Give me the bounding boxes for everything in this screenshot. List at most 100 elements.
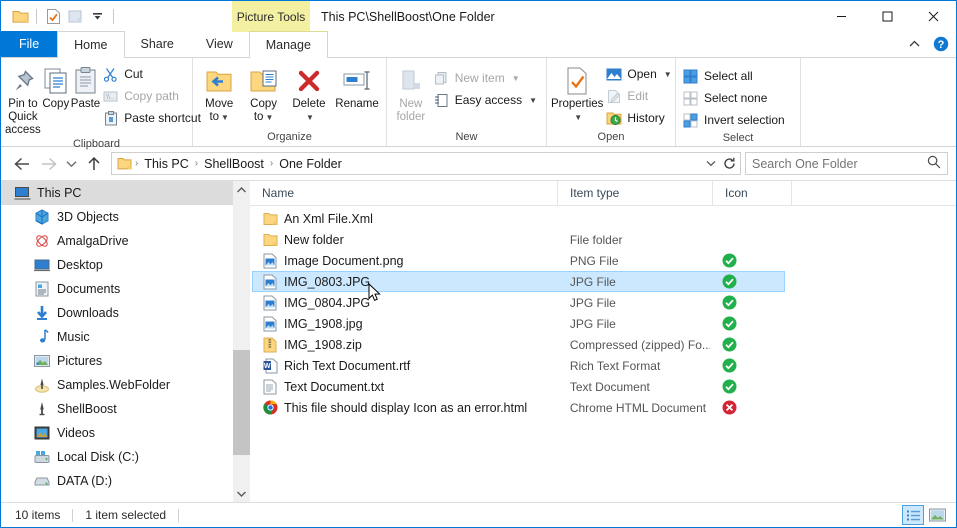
sidebar-label-pictures: Pictures: [57, 354, 103, 368]
cut-button[interactable]: Cut: [100, 63, 206, 85]
history-button[interactable]: History: [603, 107, 676, 129]
cell-status-icon: [710, 274, 784, 289]
search-input[interactable]: [752, 156, 927, 171]
sidebar-item-amalgadrive[interactable]: AmalgaDrive: [1, 229, 233, 253]
collapse-ribbon-icon[interactable]: [904, 34, 924, 54]
table-row[interactable]: IMG_0803.JPG JPG File: [252, 271, 785, 292]
sidebar-item-documents[interactable]: Documents: [1, 277, 233, 301]
table-row[interactable]: W Rich Text Document.rtf Rich Text Forma…: [252, 355, 785, 376]
sidebar-item-this-pc[interactable]: This PC: [1, 181, 233, 205]
easy-access-button[interactable]: Easy access ▼: [431, 89, 542, 111]
sidebar-item-shellboost[interactable]: ShellBoost: [1, 397, 233, 421]
sidebar-item-data-d[interactable]: DATA (D:): [1, 469, 233, 493]
chevron-down-icon[interactable]: [702, 153, 720, 174]
tab-share[interactable]: Share: [125, 31, 190, 57]
sidebar-item-local-disk-c[interactable]: Local Disk (C:): [1, 445, 233, 469]
scroll-down-icon[interactable]: [233, 485, 250, 502]
sidebar-item-3d-objects[interactable]: 3D Objects: [1, 205, 233, 229]
maximize-button[interactable]: [864, 1, 910, 32]
tab-home[interactable]: Home: [57, 31, 125, 58]
table-row[interactable]: An Xml File.Xml: [252, 208, 785, 229]
new-folder-icon[interactable]: [64, 6, 86, 28]
search-icon[interactable]: [927, 155, 941, 172]
column-header-icon[interactable]: Icon: [713, 180, 792, 206]
paste-shortcut-button[interactable]: Paste shortcut: [100, 107, 206, 129]
folder-icon[interactable]: [9, 6, 31, 28]
back-button[interactable]: [9, 151, 35, 177]
cut-label: Cut: [124, 67, 143, 81]
sidebar-item-downloads[interactable]: Downloads: [1, 301, 233, 325]
tab-manage[interactable]: Manage: [248, 31, 328, 58]
sidebar-scroll-track[interactable]: [233, 198, 250, 485]
details-view-button[interactable]: [902, 505, 924, 525]
breadcrumb[interactable]: › This PC › ShellBoost › One Folder: [111, 152, 741, 175]
select-all-button[interactable]: Select all: [680, 65, 790, 87]
refresh-icon[interactable]: [720, 153, 738, 174]
table-row[interactable]: This file should display Icon as an erro…: [252, 397, 785, 418]
paste-label: Paste: [70, 98, 101, 110]
edit-button[interactable]: Edit: [603, 85, 676, 107]
chrome-icon: [262, 400, 278, 416]
customize-dropdown-icon[interactable]: [86, 6, 108, 28]
column-header-item-type[interactable]: Item type: [558, 180, 713, 206]
minimize-button[interactable]: [818, 1, 864, 32]
image-file-icon: [262, 295, 278, 311]
delete-label: Delete: [292, 98, 326, 110]
breadcrumb-item-this-pc[interactable]: This PC: [141, 157, 191, 171]
tab-view[interactable]: View: [190, 31, 249, 57]
breadcrumb-item-one-folder[interactable]: One Folder: [276, 157, 345, 171]
paste-shortcut-label: Paste shortcut: [124, 111, 201, 125]
scroll-up-icon[interactable]: [233, 181, 250, 198]
up-button[interactable]: [81, 151, 107, 177]
table-row[interactable]: Image Document.png PNG File: [252, 250, 785, 271]
new-folder-button[interactable]: New folder: [391, 61, 431, 124]
copy-button[interactable]: Copy: [41, 61, 71, 111]
item-count: 10 items: [15, 508, 61, 522]
recent-locations-button[interactable]: [61, 151, 81, 177]
search-box[interactable]: [745, 152, 948, 175]
copy-path-button[interactable]: \\.. Copy path: [100, 85, 206, 107]
move-to-button[interactable]: Move to ▼: [197, 61, 241, 124]
column-header-blank[interactable]: [792, 181, 935, 206]
copy-label: Copy: [42, 98, 70, 110]
pin-icon: [9, 64, 37, 98]
delete-button[interactable]: Delete ▼: [286, 61, 332, 124]
invert-selection-button[interactable]: Invert selection: [680, 109, 790, 131]
contextual-tab-header: Picture Tools: [232, 1, 310, 32]
open-caret: ▼: [663, 69, 672, 79]
table-row[interactable]: IMG_1908.zip Compressed (zipped) Fo...: [252, 334, 785, 355]
properties-button[interactable]: Properties ▼: [551, 61, 603, 124]
table-row[interactable]: New folder File folder: [252, 229, 785, 250]
tab-file[interactable]: File: [1, 31, 58, 57]
forward-button[interactable]: [35, 151, 61, 177]
sidebar-item-desktop[interactable]: Desktop: [1, 253, 233, 277]
paste-button[interactable]: Paste: [71, 61, 100, 111]
properties-icon[interactable]: [42, 6, 64, 28]
window-controls: [818, 1, 956, 32]
desktop-icon: [33, 256, 51, 274]
sidebar-item-videos[interactable]: Videos: [1, 421, 233, 445]
sidebar-label-videos: Videos: [57, 426, 95, 440]
open-button[interactable]: Open ▼: [603, 63, 676, 85]
column-header-name[interactable]: Name: [250, 180, 558, 206]
rename-button[interactable]: Rename: [332, 61, 382, 111]
tabstrip-right-controls: ?: [904, 34, 950, 54]
open-label: Open: [627, 67, 657, 81]
sidebar-item-samples-webfolder[interactable]: Samples.WebFolder: [1, 373, 233, 397]
breadcrumb-item-shellboost[interactable]: ShellBoost: [201, 157, 267, 171]
move-to-label-1: Move: [205, 98, 234, 110]
sidebar-item-pictures[interactable]: Pictures: [1, 349, 233, 373]
table-row[interactable]: Text Document.txt Text Document: [252, 376, 785, 397]
sidebar-scroll-thumb[interactable]: [233, 350, 250, 455]
new-item-button[interactable]: New item ▼: [431, 67, 542, 89]
copy-to-button[interactable]: Copy to ▼: [241, 61, 285, 124]
sidebar-scrollbar[interactable]: [233, 181, 250, 502]
large-icons-view-button[interactable]: [926, 505, 948, 525]
table-row[interactable]: IMG_0804.JPG JPG File: [252, 292, 785, 313]
select-none-button[interactable]: Select none: [680, 87, 790, 109]
sidebar-item-music[interactable]: Music: [1, 325, 233, 349]
close-button[interactable]: [910, 1, 956, 32]
pin-to-quick-access-button[interactable]: Pin to Quick access: [5, 61, 41, 137]
help-icon[interactable]: ?: [932, 35, 950, 53]
table-row[interactable]: IMG_1908.jpg JPG File: [252, 313, 785, 334]
